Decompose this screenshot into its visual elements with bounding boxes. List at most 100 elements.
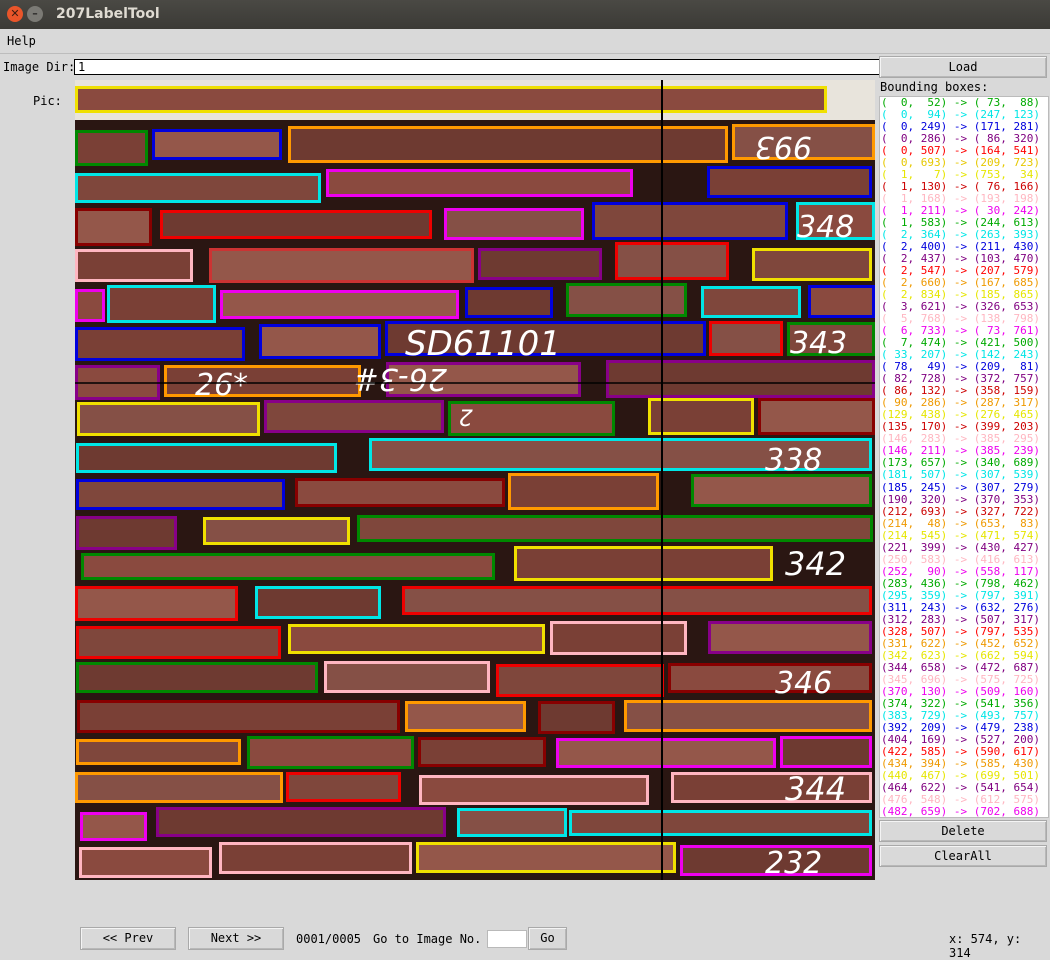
board-annotation[interactable] [566,283,687,317]
board-annotation[interactable] [76,479,285,510]
bbox-list-item[interactable]: (283, 436) -> (798, 462) [880,577,1048,590]
board-annotation[interactable] [164,365,361,397]
delete-button[interactable]: Delete [879,820,1047,842]
image-canvas[interactable]: SD61101 26-3# 26* 2 342 346 344 232 348 338 993 343 [75,80,875,880]
bbox-list-item[interactable]: (214, 48) -> (653, 83) [880,517,1048,530]
bbox-list-item[interactable]: (214, 545) -> (471, 574) [880,529,1048,542]
board-annotation[interactable] [402,586,872,615]
bbox-list-item[interactable]: (212, 693) -> (327, 722) [880,505,1048,518]
bbox-list-item[interactable]: (374, 322) -> (541, 356) [880,697,1048,710]
board-annotation[interactable] [76,662,318,693]
bbox-list-item[interactable]: (311, 243) -> (632, 276) [880,601,1048,614]
board-annotation[interactable] [496,664,664,697]
board-annotation[interactable] [418,737,546,767]
board-annotation[interactable] [264,400,444,433]
board-annotation[interactable] [75,586,238,621]
bbox-list-item[interactable]: (181, 507) -> (307, 539) [880,469,1048,481]
board-annotation[interactable] [707,166,872,198]
bbox-list-item[interactable]: (383, 729) -> (493, 757) [880,709,1048,722]
board-annotation[interactable] [606,360,875,398]
bbox-list-item[interactable]: (185, 245) -> (307, 279) [880,481,1048,494]
board-annotation[interactable] [76,443,337,473]
board-annotation[interactable] [156,807,446,837]
board-annotation[interactable] [75,327,245,361]
board-annotation[interactable] [514,546,773,581]
bbox-list-item[interactable]: (482, 659) -> (702, 688) [880,805,1048,817]
board-annotation[interactable] [76,739,241,765]
board-annotation[interactable] [77,402,260,436]
board-annotation[interactable] [324,661,490,693]
board-annotation[interactable] [76,626,281,659]
board-annotation[interactable] [203,517,350,545]
bbox-list-item[interactable]: (221, 399) -> (430, 427) [880,541,1048,554]
board-annotation[interactable] [160,210,432,239]
bbox-listbox[interactable]: ( 0, 52) -> ( 73, 88)( 0, 94) -> (247, 1… [879,96,1049,818]
board-annotation[interactable] [219,842,412,874]
board-annotation[interactable] [592,202,788,240]
bbox-list-item[interactable]: (312, 283) -> (507, 317) [880,613,1048,626]
board-annotation[interactable] [152,129,282,160]
prev-button[interactable]: << Prev [80,927,176,950]
board-annotation[interactable] [259,324,381,359]
board-annotation[interactable] [107,285,216,323]
bbox-list-item[interactable]: (295, 359) -> (797, 391) [880,589,1048,602]
minimize-icon[interactable]: – [27,6,43,22]
board-annotation[interactable] [209,248,474,283]
board-annotation[interactable] [76,516,177,550]
board-annotation[interactable] [668,663,872,693]
board-annotation[interactable] [556,738,776,768]
bbox-list-item[interactable]: (252, 90) -> (558, 117) [880,565,1048,578]
board-annotation[interactable] [79,847,212,878]
bbox-list-item[interactable]: (342, 623) -> (662, 594) [880,649,1048,662]
bbox-list-item[interactable]: (250, 583) -> (416, 613) [880,553,1048,566]
board-annotation[interactable] [75,86,827,113]
goto-image-input[interactable] [487,930,527,948]
menu-help[interactable]: Help [7,34,36,48]
board-annotation[interactable] [465,287,553,318]
board-annotation[interactable] [75,772,283,803]
clearall-button[interactable]: ClearAll [879,845,1047,867]
board-annotation[interactable] [701,286,801,318]
board-annotation[interactable] [708,621,872,654]
board-annotation[interactable] [758,398,875,435]
board-annotation[interactable] [550,621,687,655]
board-annotation[interactable] [247,736,414,769]
bbox-list-item[interactable]: (331, 622) -> (452, 652) [880,637,1048,650]
board-annotation[interactable] [77,700,400,733]
bbox-list-item[interactable]: (328, 507) -> (797, 535) [880,625,1048,638]
go-button[interactable]: Go [528,927,567,950]
board-annotation[interactable] [508,473,659,510]
board-annotation[interactable] [808,285,875,318]
board-annotation[interactable] [357,515,873,542]
canvas-drawing[interactable]: SD6110126-3# 26* 2 342 346 344 232 348 338 993 343 [75,80,875,880]
board-annotation[interactable] [648,398,754,435]
board-annotation[interactable] [255,586,381,619]
board-annotation[interactable] [416,842,676,873]
board-annotation[interactable] [295,478,505,507]
board-annotation[interactable] [709,321,783,356]
board-annotation[interactable] [615,242,729,280]
board-annotation[interactable] [81,553,495,580]
bbox-list-item[interactable]: (344, 658) -> (472, 687) [880,661,1048,674]
board-annotation[interactable] [419,775,649,805]
board-annotation[interactable] [75,130,148,166]
board-annotation[interactable] [80,812,147,841]
board-annotation[interactable] [75,173,321,203]
board-annotation[interactable] [538,701,615,734]
bbox-list-item[interactable]: (190, 320) -> (370, 353) [880,493,1048,506]
board-annotation[interactable] [326,169,633,197]
board-annotation[interactable] [75,249,193,282]
bbox-list-item[interactable]: (370, 130) -> (509, 160) [880,685,1048,698]
board-annotation[interactable] [457,808,567,837]
board-annotation[interactable] [75,208,152,246]
board-annotation[interactable] [691,474,872,507]
board-annotation[interactable] [220,290,459,319]
board-annotation[interactable] [780,736,872,768]
board-annotation[interactable] [286,772,401,802]
board-annotation[interactable] [405,701,526,732]
board-annotation[interactable] [444,208,584,240]
board-annotation[interactable] [75,289,105,322]
board-annotation[interactable] [478,248,602,280]
image-dir-input[interactable]: 1 [74,59,884,75]
next-button[interactable]: Next >> [188,927,284,950]
